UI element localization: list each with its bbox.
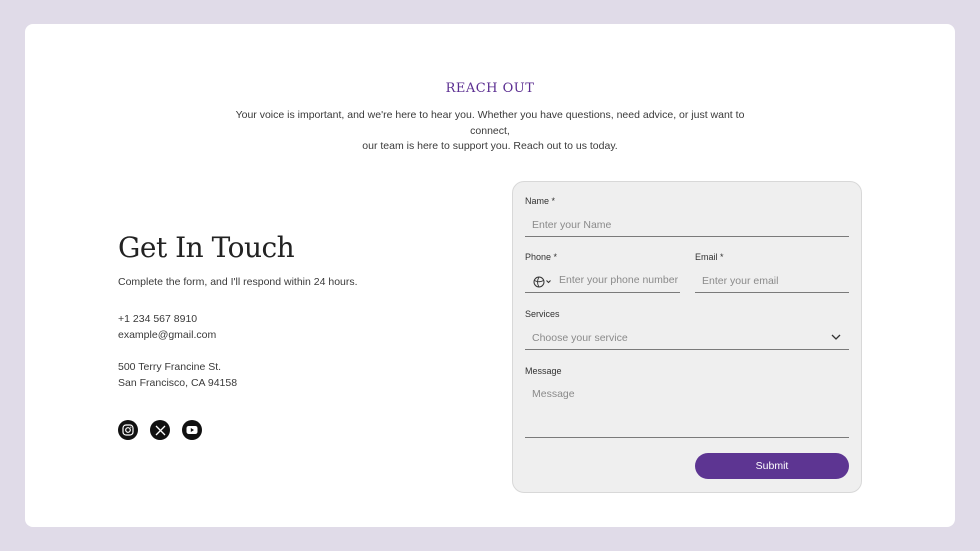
social-links	[118, 420, 202, 440]
services-label: Services	[525, 309, 560, 319]
address-line-1: 500 Terry Francine St.	[118, 361, 222, 373]
services-select[interactable]: Choose your service	[525, 326, 849, 350]
intro-text: Your voice is important, and we're here …	[235, 108, 745, 155]
chevron-down-icon	[831, 334, 841, 340]
get-in-touch-subtitle: Complete the form, and I'll respond with…	[118, 276, 358, 288]
phone-field	[525, 269, 680, 293]
x-icon[interactable]	[150, 420, 170, 440]
services-select-value: Choose your service	[532, 332, 628, 344]
contact-phone: +1 234 567 8910	[118, 313, 198, 325]
address-line-2: San Francisco, CA 94158	[118, 377, 238, 389]
youtube-icon[interactable]	[182, 420, 202, 440]
email-input[interactable]	[695, 269, 849, 293]
submit-button[interactable]: Submit	[695, 453, 849, 479]
message-textarea[interactable]	[525, 383, 849, 438]
intro-line-2: our team is here to support you. Reach o…	[362, 140, 618, 152]
contact-email: example@gmail.com	[118, 329, 217, 341]
contact-form: Name * Phone * Email * Services Choose y…	[512, 181, 862, 493]
intro-line-1: Your voice is important, and we're here …	[235, 109, 745, 137]
phone-input[interactable]	[552, 269, 678, 291]
get-in-touch-title: Get In Touch	[118, 231, 295, 264]
name-label: Name *	[525, 196, 556, 206]
instagram-icon[interactable]	[118, 420, 138, 440]
name-input[interactable]	[525, 213, 849, 237]
page-heading: REACH OUT	[445, 81, 535, 96]
phone-label: Phone *	[525, 252, 558, 262]
email-label: Email *	[695, 252, 724, 262]
contact-card: REACH OUT Your voice is important, and w…	[25, 24, 955, 527]
country-selector[interactable]	[533, 275, 551, 288]
message-label: Message	[525, 366, 562, 376]
